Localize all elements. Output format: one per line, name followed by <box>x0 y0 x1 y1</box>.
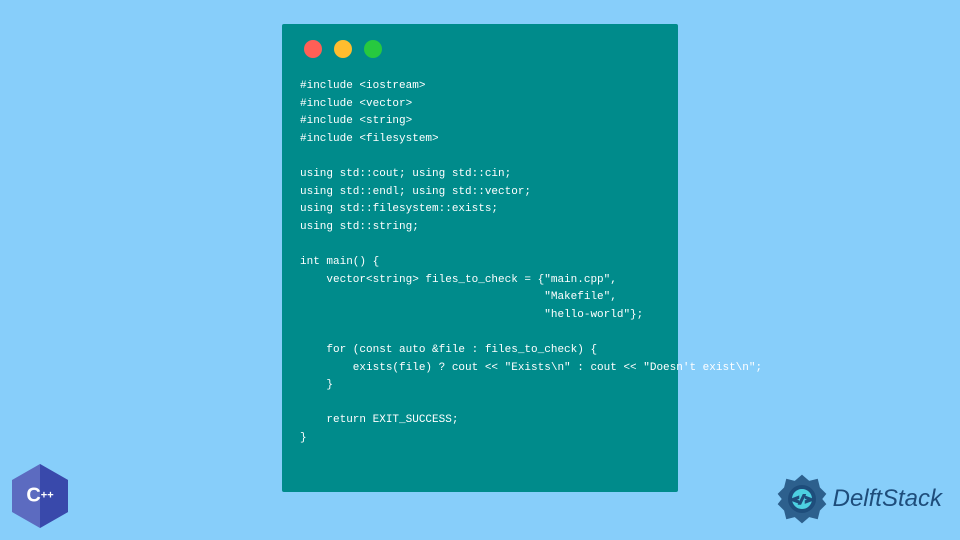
maximize-icon <box>364 40 382 58</box>
traffic-lights <box>300 40 660 58</box>
close-icon <box>304 40 322 58</box>
brand-name: DelftStack <box>833 485 942 513</box>
minimize-icon <box>334 40 352 58</box>
brand: </> DelftStack <box>775 472 942 526</box>
code-window: #include <iostream> #include <vector> #i… <box>282 24 678 492</box>
code-block: #include <iostream> #include <vector> #i… <box>300 78 660 447</box>
cpp-logo-text: C++ <box>8 485 72 508</box>
svg-text:</>: </> <box>792 493 812 506</box>
brand-logo-icon: </> <box>775 472 829 526</box>
cpp-logo: C++ <box>8 460 72 532</box>
